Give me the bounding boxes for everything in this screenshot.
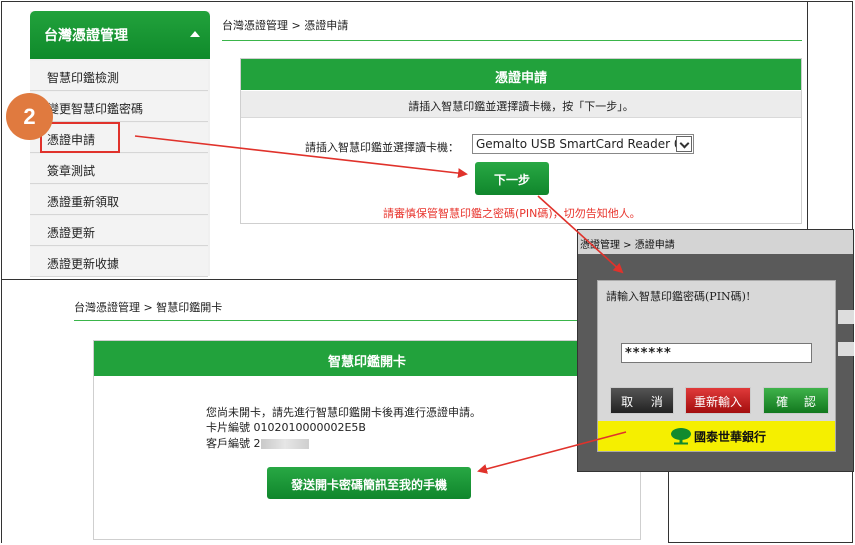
arrow-to-pin-dialog [537, 195, 624, 274]
arrow-to-sms-button [477, 431, 627, 474]
annotation-arrows [134, 135, 627, 474]
arrow-to-next-button [134, 135, 468, 179]
